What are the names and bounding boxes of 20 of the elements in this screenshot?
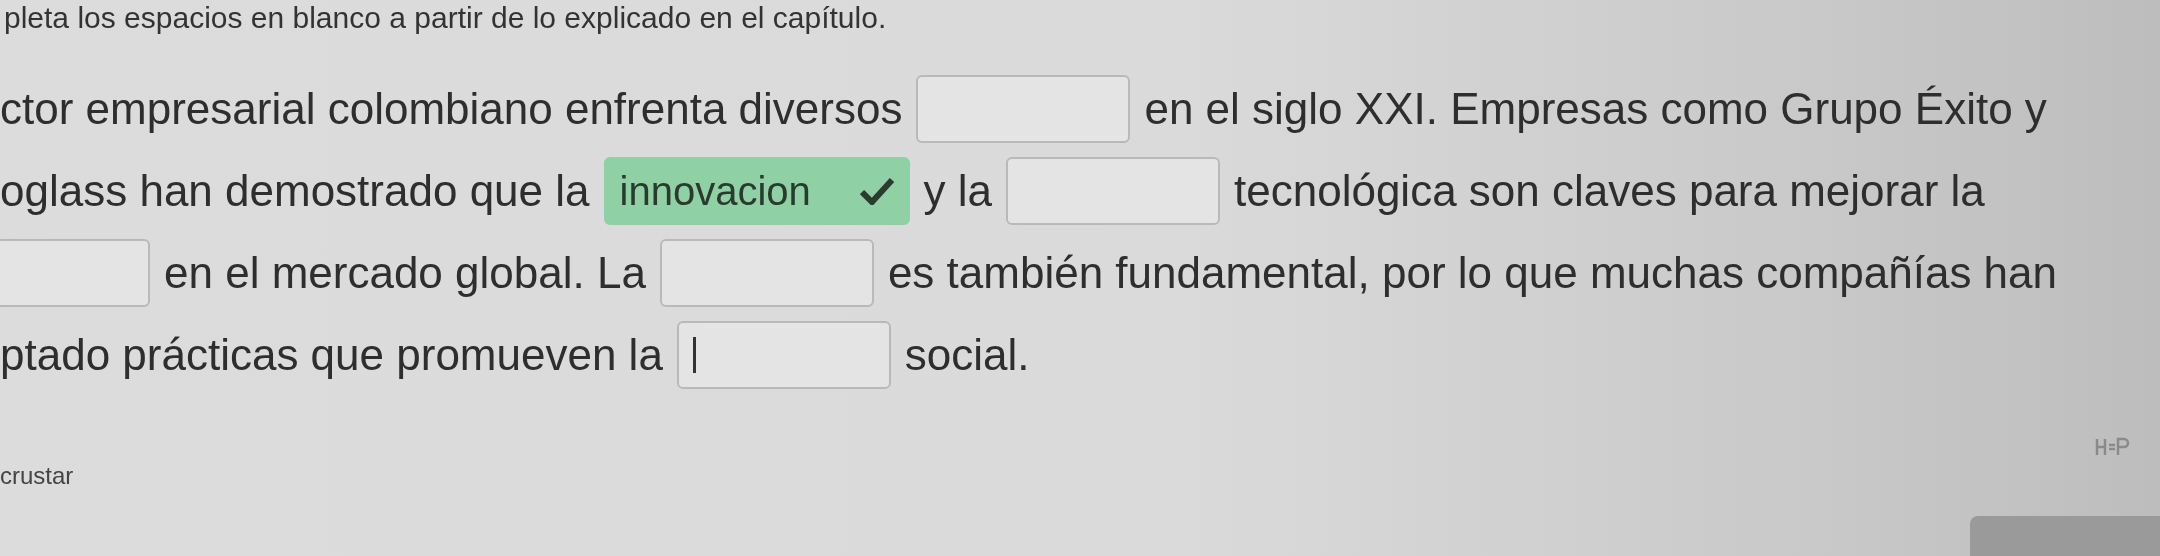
sentence-text: y la xyxy=(923,165,992,217)
sentence-text: es también fundamental, por lo que muchas compañías han xyxy=(887,247,2058,299)
answer-box[interactable] xyxy=(676,321,891,389)
text-cursor xyxy=(692,337,696,373)
answer-box[interactable] xyxy=(659,239,874,307)
sentence-text: oglass han demostrado que la xyxy=(0,165,590,217)
check-icon xyxy=(859,177,894,205)
embed-label[interactable]: crustar xyxy=(0,458,74,494)
sentence-text: ptado prácticas que promueven la xyxy=(0,329,663,381)
answer-box[interactable]: innovacion xyxy=(603,157,910,225)
sentence-text: en el siglo XXI. Empresas como Grupo Éxito y xyxy=(1144,83,2047,135)
sentence-text: tecnológica son claves para mejorar la xyxy=(1234,165,1985,217)
action-button[interactable] xyxy=(1970,516,2160,556)
answer-box[interactable] xyxy=(916,75,1131,143)
answer-box[interactable] xyxy=(0,239,150,307)
sentence-text: social. xyxy=(904,329,1030,381)
sentence-text: ctor empresarial colombiano enfrenta diversos xyxy=(0,83,903,135)
instruction-text: pleta los espacios en blanco a partir de lo explicado en el capítulo. xyxy=(3,0,888,36)
answer-box[interactable] xyxy=(1006,157,1220,225)
sentence-text: en el mercado global. La xyxy=(164,247,646,299)
